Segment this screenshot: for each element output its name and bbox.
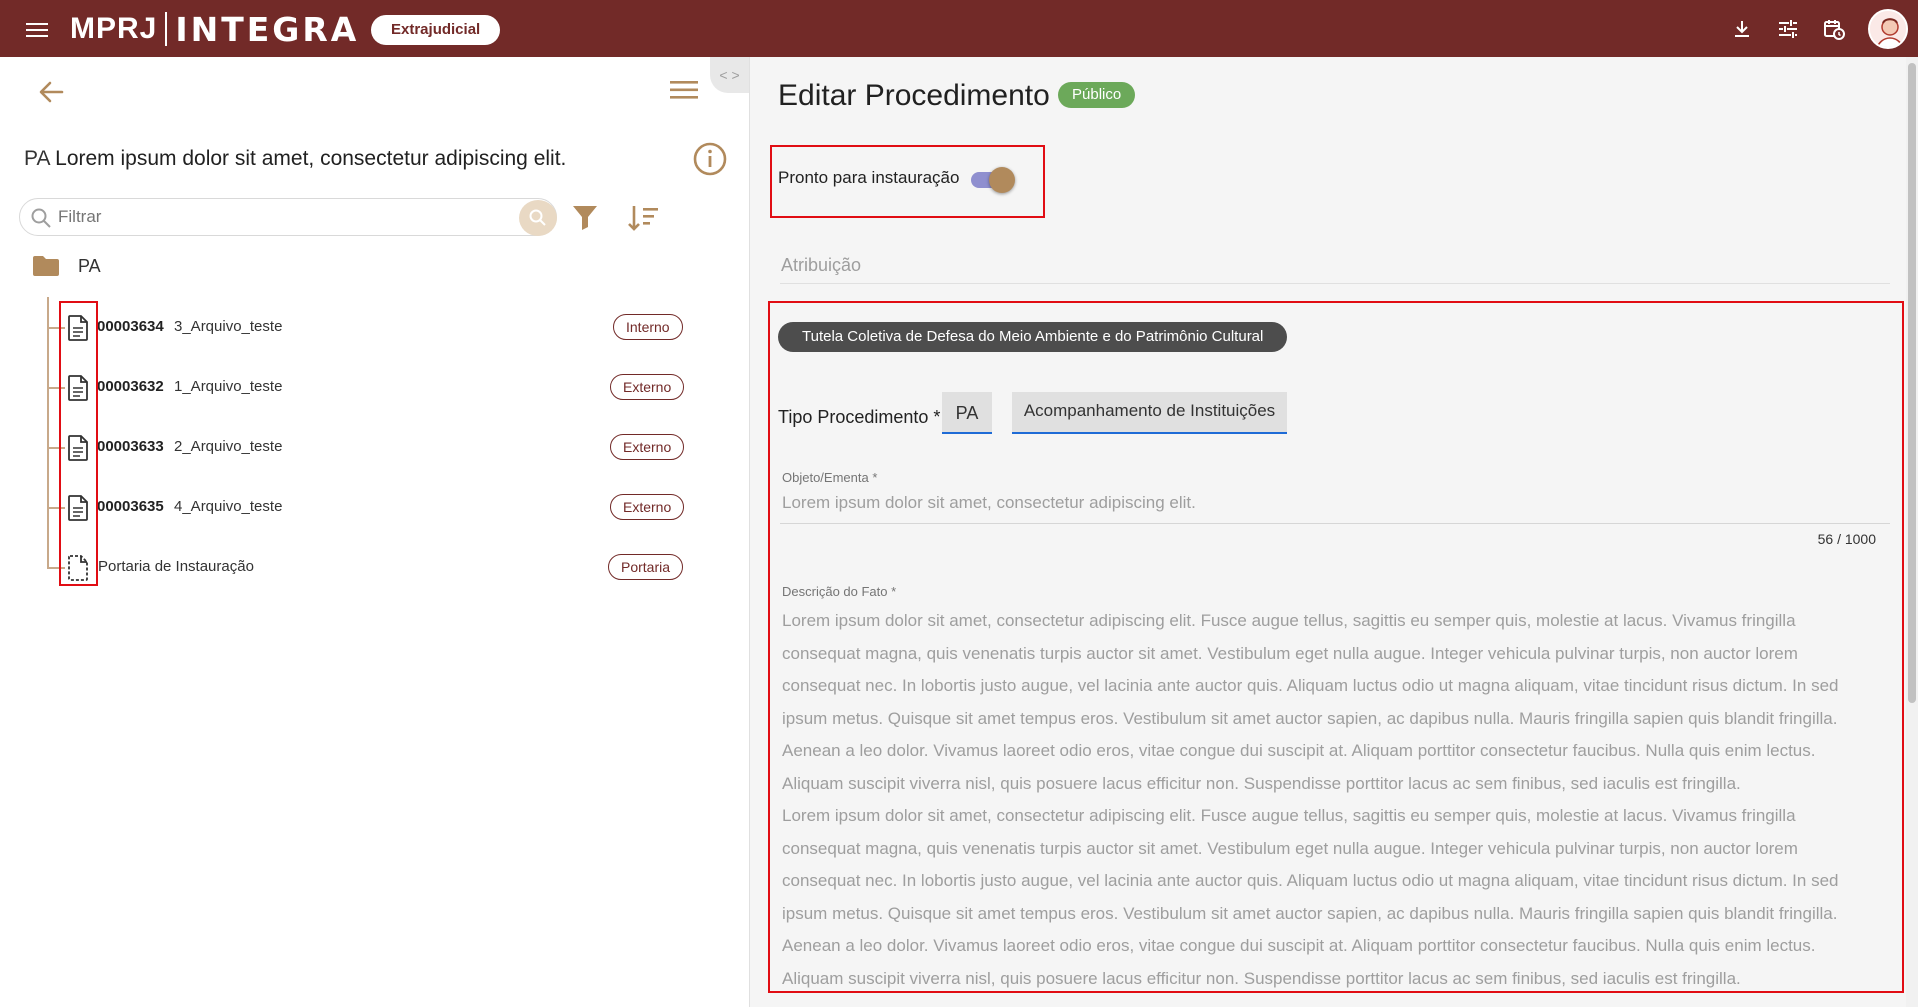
info-icon[interactable] — [692, 141, 728, 177]
descricao-line: consequat magna, quis venenatis turpis a… — [782, 643, 1798, 663]
folder-icon — [33, 256, 59, 276]
search-icon — [31, 208, 51, 228]
search-button-icon — [529, 209, 546, 226]
document-icon — [68, 495, 88, 521]
file-tag: Portaria — [608, 554, 684, 580]
descricao-line: ipsum metus. Quisque sit amet tempus ero… — [782, 708, 1838, 728]
top-app-bar: MPRJ INTEGRA Extrajudicial — [0, 0, 1918, 57]
document-draft-icon — [68, 555, 88, 581]
file-number: 00003633 — [97, 438, 164, 455]
attribution-label[interactable]: Atribuição — [781, 255, 861, 276]
descricao-textarea[interactable]: Lorem ipsum dolor sit amet, consectetur … — [782, 605, 1892, 995]
tree-branch — [47, 327, 65, 329]
folder-label: PA — [78, 255, 101, 276]
brand-integra: INTEGRA — [175, 9, 360, 49]
ready-toggle-switch[interactable] — [971, 167, 1016, 193]
panel-menu-icon[interactable] — [670, 79, 698, 101]
sort-icon[interactable] — [626, 203, 660, 233]
file-number: 00003632 — [97, 378, 164, 395]
edit-procedure-form: Editar Procedimento Público Pronto para … — [750, 57, 1918, 1007]
area-chip[interactable]: Tutela Coletiva de Defesa do Meio Ambien… — [778, 322, 1288, 352]
file-number: 00003635 — [97, 498, 164, 515]
ready-toggle-row: Pronto para instauração — [778, 167, 1016, 193]
scrollbar-thumb[interactable] — [1908, 63, 1916, 703]
download-icon[interactable] — [1730, 17, 1754, 41]
file-name: 2_Arquivo_teste — [174, 438, 283, 455]
document-icon — [68, 375, 88, 401]
descricao-line: consequat nec. In lobortis justo augue, … — [782, 871, 1839, 890]
descricao-line: Aliquam suscipit viverra nisl, quis posu… — [782, 968, 1741, 988]
tree-file-row[interactable]: Portaria de Instauração Portaria — [47, 547, 687, 587]
collapse-panel-handle[interactable]: < > — [710, 57, 749, 93]
document-icon — [68, 315, 88, 341]
brand-mprj: MPRJ — [70, 12, 158, 45]
procedure-title: PA Lorem ipsum dolor sit amet, consectet… — [24, 147, 566, 171]
main-menu-icon[interactable] — [26, 23, 48, 39]
file-name: 1_Arquivo_teste — [174, 378, 283, 395]
descricao-line: Lorem ipsum dolor sit amet, consectetur … — [782, 806, 1796, 825]
file-tag: Externo — [610, 494, 685, 520]
file-tag: Interno — [613, 314, 683, 340]
back-arrow-icon[interactable] — [36, 77, 66, 107]
visibility-badge: Público — [1058, 82, 1136, 108]
tipo-procedimento-select[interactable]: Acompanhamento de Instituições — [1012, 392, 1287, 434]
vertical-scrollbar[interactable] — [1906, 57, 1918, 1007]
tree-file-row[interactable]: 00003632 1_Arquivo_teste Externo — [47, 367, 687, 407]
descricao-line: Aenean a leo dolor. Vivamus laoreet odio… — [782, 741, 1816, 760]
procedure-title-text: Lorem ipsum dolor sit amet, consectetur … — [55, 147, 567, 170]
tune-icon[interactable] — [1776, 17, 1800, 41]
file-name: Portaria de Instauração — [98, 558, 254, 575]
descricao-line: consequat magna, quis venenatis turpis a… — [782, 838, 1798, 858]
ready-toggle-label: Pronto para instauração — [778, 168, 960, 187]
tipo-procedimento-short[interactable]: PA — [942, 392, 992, 434]
attribution-underline — [780, 283, 1890, 284]
objeto-input[interactable]: Lorem ipsum dolor sit amet, consectetur … — [782, 493, 1196, 513]
filter-funnel-icon[interactable] — [571, 203, 599, 231]
objeto-counter: 56 / 1000 — [1817, 531, 1876, 547]
tree-branch — [47, 507, 65, 509]
descricao-line: Lorem ipsum dolor sit amet, consectetur … — [782, 611, 1796, 630]
file-name: 3_Arquivo_teste — [174, 318, 283, 335]
brand-separator — [165, 12, 168, 46]
calendar-clock-icon[interactable] — [1822, 17, 1846, 41]
descricao-line: Aliquam suscipit viverra nisl, quis posu… — [782, 773, 1741, 793]
document-icon — [68, 435, 88, 461]
page-title: Editar Procedimento — [778, 79, 1050, 112]
descricao-line: consequat nec. In lobortis justo augue, … — [782, 676, 1839, 695]
folder-node[interactable]: PA — [32, 255, 101, 277]
tree-branch — [47, 447, 65, 449]
descricao-line: Aenean a leo dolor. Vivamus laoreet odio… — [782, 936, 1816, 955]
tree-branch — [47, 387, 65, 389]
tree-file-row[interactable]: 00003634 3_Arquivo_teste Interno — [47, 307, 687, 347]
toggle-knob — [989, 167, 1016, 193]
brand-logo: MPRJ INTEGRA — [70, 9, 360, 49]
user-avatar[interactable] — [1868, 8, 1908, 49]
objeto-underline — [780, 523, 1890, 524]
procedure-type-prefix: PA — [24, 147, 50, 170]
filter-input[interactable] — [58, 204, 498, 230]
procedure-tree-panel: < > PA Lorem ipsum dolor sit amet, conse… — [0, 57, 749, 1007]
descricao-line: ipsum metus. Quisque sit amet tempus ero… — [782, 903, 1838, 923]
file-tag: Externo — [610, 374, 685, 400]
file-tag: Externo — [610, 434, 685, 460]
file-number: 00003634 — [97, 318, 164, 335]
search-button[interactable] — [519, 200, 557, 236]
descricao-label: Descrição do Fato * — [782, 584, 897, 599]
tree-branch — [47, 567, 65, 569]
context-pill[interactable]: Extrajudicial — [371, 15, 501, 45]
tree-file-row[interactable]: 00003633 2_Arquivo_teste Externo — [47, 427, 687, 467]
filter-field — [19, 198, 557, 236]
tipo-procedimento-label: Tipo Procedimento * — [778, 407, 941, 427]
tree-file-row[interactable]: 00003635 4_Arquivo_teste Externo — [47, 487, 687, 527]
file-name: 4_Arquivo_teste — [174, 498, 283, 515]
top-actions — [1730, 0, 1918, 57]
objeto-label: Objeto/Ementa * — [782, 470, 878, 485]
